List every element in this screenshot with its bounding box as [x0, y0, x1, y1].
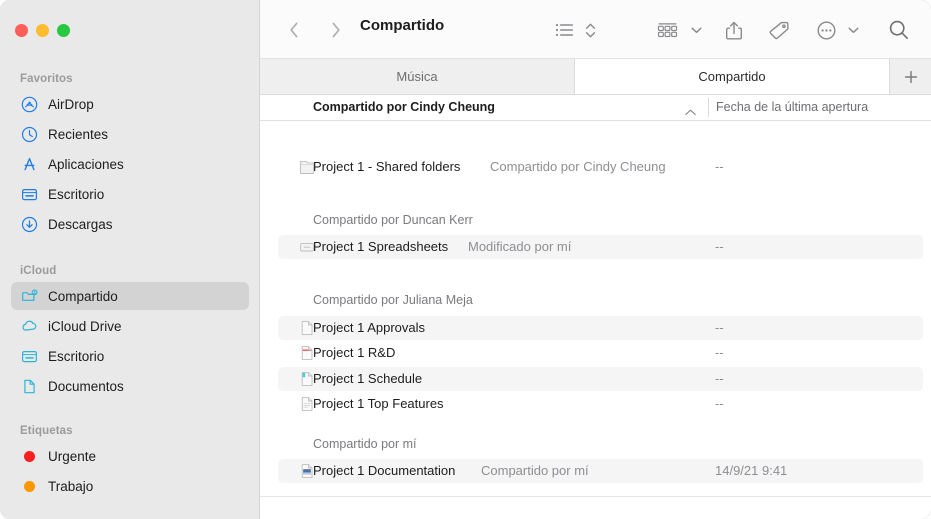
table-row[interactable]: Project 1 R&D --: [278, 341, 923, 365]
file-date: --: [715, 371, 724, 386]
back-button[interactable]: [282, 16, 306, 44]
sidebar-item-icloud-drive[interactable]: iCloud Drive: [11, 312, 249, 340]
sidebar-item-label: Escritorio: [48, 186, 105, 202]
sidebar-item-urgente[interactable]: Urgente: [11, 442, 249, 470]
group-by-icon[interactable]: [654, 16, 682, 44]
cloud-icon: [20, 317, 39, 336]
sidebar-item-trabajo[interactable]: Trabajo: [11, 472, 249, 500]
sidebar-item-label: Compartido: [48, 288, 118, 304]
group-header: Compartido por Juliana Meja: [313, 293, 473, 307]
chevron-down-icon[interactable]: [844, 16, 862, 44]
file-meta: Compartido por mí: [481, 463, 589, 478]
chevron-up-icon[interactable]: [684, 104, 697, 122]
table-row[interactable]: Project 1 Documentation Compartido por m…: [278, 459, 923, 483]
sidebar-item-label: Aplicaciones: [48, 156, 124, 172]
tag-dot-icon: [20, 477, 39, 496]
sidebar-header-icloud: iCloud: [20, 265, 57, 277]
sidebar-section-favoritos: Favoritos AirDrop Recientes Aplicaciones…: [0, 70, 260, 240]
table-row[interactable]: Project 1 Approvals --: [278, 316, 923, 340]
file-name: Project 1 Documentation: [313, 463, 456, 478]
list-view-icon[interactable]: [553, 16, 577, 44]
sidebar-item-label: Documentos: [48, 378, 124, 394]
file-date: --: [715, 239, 724, 254]
sidebar-item-descargas[interactable]: Descargas: [11, 210, 249, 238]
column-divider: [708, 98, 709, 117]
sidebar-item-label: iCloud Drive: [48, 318, 122, 334]
sidebar-item-label: Trabajo: [48, 478, 94, 494]
list-divider: [260, 496, 931, 497]
sidebar-item-label: Escritorio: [48, 348, 105, 364]
add-tab-button[interactable]: [890, 59, 931, 94]
chevron-down-icon[interactable]: [687, 16, 705, 44]
page-title: Compartido: [360, 17, 445, 34]
file-name: Project 1 - Shared folders: [313, 159, 461, 174]
file-meta: Modificado por mí: [468, 239, 572, 254]
sidebar: Favoritos AirDrop Recientes Aplicaciones…: [0, 0, 260, 519]
sidebar-item-airdrop[interactable]: AirDrop: [11, 90, 249, 118]
sidebar-item-label: Recientes: [48, 126, 109, 142]
airdrop-icon: [20, 95, 39, 114]
file-name: Project 1 Approvals: [313, 320, 426, 335]
sidebar-item-escritorio[interactable]: Escritorio: [11, 180, 249, 208]
zoom-button[interactable]: [57, 24, 70, 37]
file-date: --: [715, 320, 724, 335]
tag-icon[interactable]: [765, 16, 793, 44]
file-date: --: [715, 159, 724, 174]
forward-button[interactable]: [324, 16, 348, 44]
downloads-icon: [20, 215, 39, 234]
tab-musica[interactable]: Música: [260, 59, 575, 94]
search-icon[interactable]: [885, 16, 913, 44]
traffic-lights: [15, 24, 70, 37]
toolbar: Compartido: [260, 0, 931, 59]
sidebar-item-label: Urgente: [48, 448, 97, 464]
table-row[interactable]: Project 1 Spreadsheets Modificado por mí…: [278, 235, 923, 259]
sidebar-item-recientes[interactable]: Recientes: [11, 120, 249, 148]
file-name: Project 1 Top Features: [313, 396, 444, 411]
sidebar-header-etiquetas: Etiquetas: [20, 425, 73, 437]
table-row[interactable]: Project 1 Top Features --: [278, 392, 923, 416]
sidebar-item-documentos[interactable]: Documentos: [11, 372, 249, 400]
group-header: Compartido por Duncan Kerr: [313, 213, 473, 227]
file-name: Project 1 Spreadsheets: [313, 239, 449, 254]
file-name: Project 1 R&D: [313, 345, 396, 360]
sidebar-section-etiquetas: Etiquetas Urgente Trabajo: [0, 422, 260, 502]
column-header-row: Compartido por Cindy Cheung Fecha de la …: [260, 95, 931, 121]
sidebar-header-favoritos: Favoritos: [20, 73, 73, 85]
file-date: 14/9/21 9:41: [715, 463, 788, 478]
sidebar-item-escritorio-icloud[interactable]: Escritorio: [11, 342, 249, 370]
tab-bar: Música Compartido: [260, 59, 931, 95]
file-date: --: [715, 396, 724, 411]
column-header-secondary[interactable]: Fecha de la última apertura: [716, 100, 868, 114]
share-icon[interactable]: [720, 16, 748, 44]
main-pane: Compartido Música Compartido Compartido …: [260, 0, 931, 519]
shared-folder-icon: [20, 287, 39, 306]
file-name: Project 1 Schedule: [313, 371, 423, 386]
sidebar-item-aplicaciones[interactable]: Aplicaciones: [11, 150, 249, 178]
file-date: --: [715, 345, 724, 360]
sidebar-item-label: AirDrop: [48, 96, 94, 112]
tab-compartido[interactable]: Compartido: [575, 59, 890, 94]
file-list: Project 1 - Shared folders Compartido po…: [260, 121, 931, 519]
desktop-icon: [20, 185, 39, 204]
close-button[interactable]: [15, 24, 28, 37]
column-header-primary[interactable]: Compartido por Cindy Cheung: [313, 100, 495, 114]
sidebar-item-compartido[interactable]: Compartido: [11, 282, 249, 310]
table-row[interactable]: Project 1 - Shared folders Compartido po…: [278, 155, 923, 179]
minimize-button[interactable]: [36, 24, 49, 37]
sort-updown-icon[interactable]: [580, 16, 600, 44]
tag-dot-icon: [20, 447, 39, 466]
applications-icon: [20, 155, 39, 174]
file-meta: Compartido por Cindy Cheung: [490, 159, 666, 174]
more-ellipsis-icon[interactable]: [812, 16, 840, 44]
document-icon: [20, 377, 39, 396]
finder-window: Favoritos AirDrop Recientes Aplicaciones…: [0, 0, 931, 519]
desktop-icon: [20, 347, 39, 366]
sidebar-section-icloud: iCloud Compartido iCloud Drive Escritori…: [0, 262, 260, 402]
table-row[interactable]: Project 1 Schedule --: [278, 367, 923, 391]
group-header: Compartido por mí: [313, 437, 417, 451]
clock-icon: [20, 125, 39, 144]
sidebar-item-label: Descargas: [48, 216, 113, 232]
